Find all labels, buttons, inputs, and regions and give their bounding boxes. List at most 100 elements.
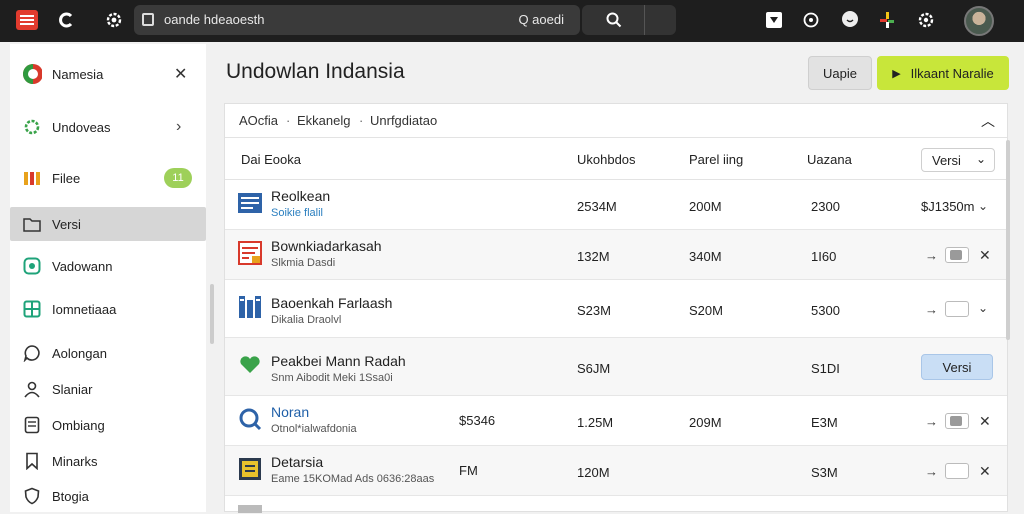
top-bar: oande hdeaoesth Q aoedi <box>0 0 1024 42</box>
sidebar: Namesia ✕ Undoveas › Filee 11 Versi Vado… <box>10 44 214 513</box>
row-size: $5346 <box>459 413 496 428</box>
row-cell: 5300 <box>811 303 840 318</box>
download-icon[interactable] <box>766 12 782 28</box>
row-toggle[interactable] <box>945 247 969 263</box>
flag-icon <box>22 64 42 84</box>
table-row[interactable]: Reolkean Soikie flalil 2534M 200M 2300 $… <box>225 180 1007 230</box>
table-row[interactable]: Noran Otnol*ialwafdonia $5346 1.25M 209M… <box>225 396 1007 446</box>
emoji-icon[interactable] <box>842 11 858 27</box>
avatar[interactable] <box>964 6 994 36</box>
doc-icon <box>22 415 42 435</box>
board-yellow-icon <box>237 456 263 482</box>
sidebar-item-label: Minarks <box>52 453 98 469</box>
sidebar-item-btogia[interactable]: Btogia <box>10 479 206 513</box>
sidebar-item-filee[interactable]: Filee 11 <box>10 161 206 195</box>
row-subtitle: Soikie flalil <box>271 207 323 219</box>
box-red-icon <box>237 240 263 266</box>
sidebar-item-label: Slaniar <box>52 381 93 397</box>
close-icon[interactable]: ✕ <box>174 64 187 84</box>
arrow-right-icon[interactable]: → <box>925 464 938 479</box>
row-cell: 1.25M <box>577 415 614 430</box>
column-header[interactable]: Dai Eooka <box>241 152 301 167</box>
refresh-icon[interactable] <box>56 10 76 30</box>
primary-button[interactable]: ▶ Ilkaant Naralie <box>877 56 1009 90</box>
table-row[interactable]: Baoenkah Farlaash Dikalia Draolvl S23M S… <box>225 280 1007 338</box>
sidebar-item-vadowann[interactable]: Vadowann <box>10 249 206 283</box>
main-scrollbar[interactable] <box>1006 140 1010 340</box>
doc-gray-icon <box>237 502 263 514</box>
table-row[interactable]: Peakbei Mann Radah Snm Aibodit Meki 1Ssa… <box>225 338 1007 396</box>
row-cell: $J1350m <box>921 199 975 214</box>
column-header[interactable]: Parel iing <box>689 152 743 167</box>
sidebar-item-minarks[interactable]: Minarks <box>10 444 206 478</box>
table-row[interactable]: Detarsia Eame 15KOMad Ads 0636:28aas FM … <box>225 446 1007 496</box>
row-name: Detarsia <box>271 454 324 470</box>
row-name: Noran <box>271 404 310 420</box>
chat-icon <box>22 343 42 363</box>
row-cell: S20M <box>689 303 723 318</box>
sidebar-item-aolongan[interactable]: Aolongan <box>10 336 206 370</box>
column-header[interactable]: Uazana <box>807 152 852 167</box>
whatsapp-icon[interactable] <box>802 11 820 29</box>
row-name: Baoenkah Farlaash <box>271 295 393 311</box>
row-cell: 1I60 <box>811 249 837 264</box>
sidebar-item-label: Btogia <box>52 488 89 504</box>
page-title: Undowlan Indansia <box>226 60 405 83</box>
pinwheel-icon[interactable] <box>878 10 896 30</box>
close-icon[interactable]: ✕ <box>979 413 991 430</box>
sidebar-item-undoveas[interactable]: Undoveas › <box>10 110 206 144</box>
files-panel: AOcfia · Ekkanelg · Unrfgdiatao ︿ Dai Eo… <box>224 103 1008 513</box>
close-icon[interactable]: ✕ <box>979 247 991 264</box>
breadcrumb: AOcfia · Ekkanelg · Unrfgdiatao ︿ <box>225 104 1007 138</box>
sidebar-item-slaniar[interactable]: Slaniar <box>10 372 206 406</box>
row-cell: 340M <box>689 249 722 264</box>
arrow-right-icon[interactable]: → <box>925 302 938 317</box>
address-bar[interactable]: oande hdeaoesth Q aoedi <box>134 5 580 35</box>
row-cell: 2534M <box>577 199 617 214</box>
breadcrumb-item[interactable]: Ekkanelg <box>297 113 350 128</box>
sidebar-item-versi[interactable]: Versi <box>10 207 206 241</box>
breadcrumb-item[interactable]: AOcfia <box>239 113 278 128</box>
sidebar-item-iomnetiaaa[interactable]: Iomnetiaaa <box>10 292 206 326</box>
row-toggle[interactable] <box>945 463 969 479</box>
sidebar-header: Namesia ✕ <box>10 57 206 91</box>
chevron-down-icon[interactable]: ⌄ <box>978 199 988 213</box>
breadcrumb-item[interactable]: Unrfgdiatao <box>370 113 437 128</box>
chevron-up-icon[interactable]: ︿ <box>981 111 995 131</box>
table-row[interactable] <box>225 496 1007 513</box>
tab-icon <box>142 13 154 26</box>
column-header[interactable]: Ukohbdos <box>577 152 636 167</box>
breadcrumb-separator: · <box>286 113 291 128</box>
row-cell: E3M <box>811 415 838 430</box>
files-icon <box>22 168 42 188</box>
row-cell: S1DI <box>811 361 840 376</box>
table-row[interactable]: Bownkiadarkasah Slkmia Dasdi 132M 340M 1… <box>225 230 1007 280</box>
chevron-right-icon: › <box>176 118 182 135</box>
arrow-right-icon[interactable]: → <box>925 248 938 263</box>
gear-icon[interactable] <box>104 10 124 30</box>
row-subtitle: Slkmia Dasdi <box>271 257 336 269</box>
sidebar-scrollbar[interactable] <box>210 284 214 344</box>
breadcrumb-separator: · <box>359 113 364 128</box>
close-icon[interactable]: ✕ <box>979 463 991 480</box>
settings-icon[interactable] <box>916 10 936 30</box>
search-button[interactable] <box>582 5 676 35</box>
versi-select[interactable]: Versi ⌄ <box>921 148 995 172</box>
sidebar-item-ombiang[interactable]: Ombiang <box>10 408 206 442</box>
row-toggle[interactable] <box>945 413 969 429</box>
heart-green-icon <box>237 352 263 378</box>
row-cell: 132M <box>577 249 610 264</box>
chevron-down-icon: ⌄ <box>975 152 986 166</box>
sidebar-item-label: Versi <box>52 216 81 232</box>
secondary-button[interactable]: Uapie <box>808 56 872 90</box>
record-icon <box>22 256 42 276</box>
row-toggle[interactable] <box>945 301 969 317</box>
row-cell: S6JM <box>577 361 611 376</box>
versi-button[interactable]: Versi <box>921 354 993 380</box>
chevron-down-icon[interactable]: ⌄ <box>978 301 988 315</box>
url-text: oande hdeaoesth <box>164 12 265 27</box>
arrow-right-icon[interactable]: → <box>925 414 938 429</box>
menu-icon[interactable] <box>16 10 38 30</box>
row-cell: 2300 <box>811 199 840 214</box>
row-subtitle: Dikalia Draolvl <box>271 314 342 326</box>
